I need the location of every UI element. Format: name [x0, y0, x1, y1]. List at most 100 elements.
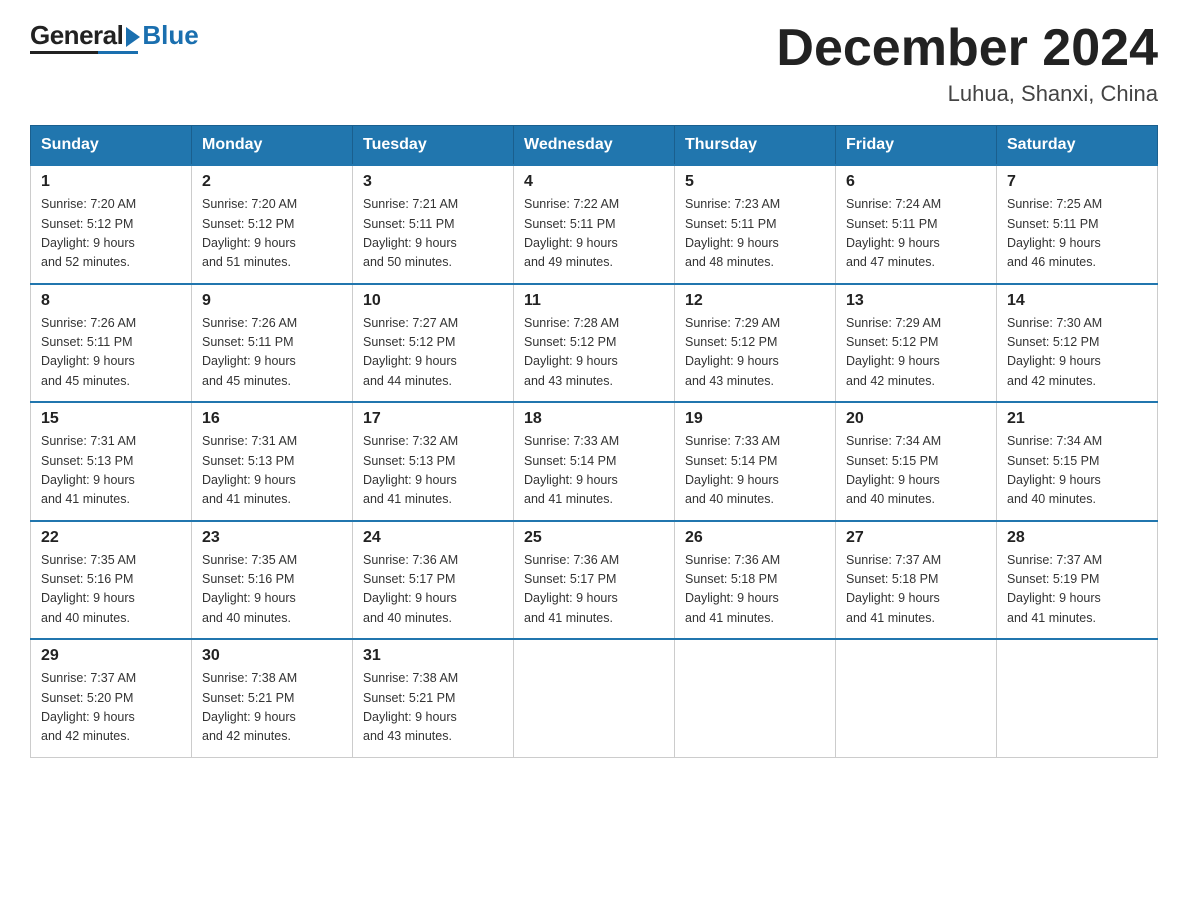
day-number: 15	[41, 410, 181, 428]
day-number: 8	[41, 292, 181, 310]
col-header-monday: Monday	[192, 126, 353, 166]
day-number: 10	[363, 292, 503, 310]
calendar-day-cell: 24 Sunrise: 7:36 AM Sunset: 5:17 PM Dayl…	[353, 521, 514, 640]
day-number: 25	[524, 529, 664, 547]
day-info: Sunrise: 7:21 AM Sunset: 5:11 PM Dayligh…	[363, 195, 503, 273]
calendar-day-cell: 6 Sunrise: 7:24 AM Sunset: 5:11 PM Dayli…	[836, 165, 997, 284]
day-number: 26	[685, 529, 825, 547]
calendar-day-cell: 31 Sunrise: 7:38 AM Sunset: 5:21 PM Dayl…	[353, 639, 514, 757]
day-number: 30	[202, 647, 342, 665]
day-info: Sunrise: 7:38 AM Sunset: 5:21 PM Dayligh…	[363, 669, 503, 747]
calendar-day-cell: 27 Sunrise: 7:37 AM Sunset: 5:18 PM Dayl…	[836, 521, 997, 640]
title-block: December 2024 Luhua, Shanxi, China	[776, 20, 1158, 107]
calendar-day-cell: 14 Sunrise: 7:30 AM Sunset: 5:12 PM Dayl…	[997, 284, 1158, 403]
day-info: Sunrise: 7:26 AM Sunset: 5:11 PM Dayligh…	[41, 314, 181, 392]
calendar-day-cell: 4 Sunrise: 7:22 AM Sunset: 5:11 PM Dayli…	[514, 165, 675, 284]
calendar-day-cell: 26 Sunrise: 7:36 AM Sunset: 5:18 PM Dayl…	[675, 521, 836, 640]
logo: General Blue	[30, 20, 199, 54]
day-number: 29	[41, 647, 181, 665]
calendar-day-cell: 17 Sunrise: 7:32 AM Sunset: 5:13 PM Dayl…	[353, 402, 514, 521]
calendar-day-cell: 12 Sunrise: 7:29 AM Sunset: 5:12 PM Dayl…	[675, 284, 836, 403]
day-number: 31	[363, 647, 503, 665]
day-info: Sunrise: 7:38 AM Sunset: 5:21 PM Dayligh…	[202, 669, 342, 747]
day-number: 28	[1007, 529, 1147, 547]
day-number: 14	[1007, 292, 1147, 310]
calendar-day-cell: 29 Sunrise: 7:37 AM Sunset: 5:20 PM Dayl…	[31, 639, 192, 757]
day-info: Sunrise: 7:37 AM Sunset: 5:18 PM Dayligh…	[846, 551, 986, 629]
day-info: Sunrise: 7:30 AM Sunset: 5:12 PM Dayligh…	[1007, 314, 1147, 392]
calendar-day-cell: 15 Sunrise: 7:31 AM Sunset: 5:13 PM Dayl…	[31, 402, 192, 521]
day-number: 7	[1007, 173, 1147, 191]
empty-cell	[997, 639, 1158, 757]
day-info: Sunrise: 7:20 AM Sunset: 5:12 PM Dayligh…	[41, 195, 181, 273]
calendar-week-row: 15 Sunrise: 7:31 AM Sunset: 5:13 PM Dayl…	[31, 402, 1158, 521]
logo-underline-blue	[98, 51, 138, 54]
day-number: 27	[846, 529, 986, 547]
col-header-sunday: Sunday	[31, 126, 192, 166]
day-number: 21	[1007, 410, 1147, 428]
day-info: Sunrise: 7:23 AM Sunset: 5:11 PM Dayligh…	[685, 195, 825, 273]
logo-arrow-icon	[126, 27, 140, 47]
day-info: Sunrise: 7:33 AM Sunset: 5:14 PM Dayligh…	[524, 432, 664, 510]
empty-cell	[514, 639, 675, 757]
day-number: 3	[363, 173, 503, 191]
day-number: 6	[846, 173, 986, 191]
day-info: Sunrise: 7:29 AM Sunset: 5:12 PM Dayligh…	[685, 314, 825, 392]
calendar-week-row: 29 Sunrise: 7:37 AM Sunset: 5:20 PM Dayl…	[31, 639, 1158, 757]
day-info: Sunrise: 7:31 AM Sunset: 5:13 PM Dayligh…	[41, 432, 181, 510]
calendar-day-cell: 8 Sunrise: 7:26 AM Sunset: 5:11 PM Dayli…	[31, 284, 192, 403]
day-number: 16	[202, 410, 342, 428]
page-header: General Blue December 2024 Luhua, Shanxi…	[30, 20, 1158, 107]
day-info: Sunrise: 7:35 AM Sunset: 5:16 PM Dayligh…	[202, 551, 342, 629]
calendar-day-cell: 11 Sunrise: 7:28 AM Sunset: 5:12 PM Dayl…	[514, 284, 675, 403]
calendar-day-cell: 13 Sunrise: 7:29 AM Sunset: 5:12 PM Dayl…	[836, 284, 997, 403]
day-number: 17	[363, 410, 503, 428]
calendar-day-cell: 10 Sunrise: 7:27 AM Sunset: 5:12 PM Dayl…	[353, 284, 514, 403]
day-info: Sunrise: 7:25 AM Sunset: 5:11 PM Dayligh…	[1007, 195, 1147, 273]
calendar-day-cell: 22 Sunrise: 7:35 AM Sunset: 5:16 PM Dayl…	[31, 521, 192, 640]
day-info: Sunrise: 7:26 AM Sunset: 5:11 PM Dayligh…	[202, 314, 342, 392]
col-header-tuesday: Tuesday	[353, 126, 514, 166]
day-info: Sunrise: 7:34 AM Sunset: 5:15 PM Dayligh…	[846, 432, 986, 510]
day-number: 23	[202, 529, 342, 547]
location-text: Luhua, Shanxi, China	[776, 81, 1158, 107]
day-number: 2	[202, 173, 342, 191]
logo-underline-general	[30, 51, 98, 54]
day-info: Sunrise: 7:29 AM Sunset: 5:12 PM Dayligh…	[846, 314, 986, 392]
day-info: Sunrise: 7:34 AM Sunset: 5:15 PM Dayligh…	[1007, 432, 1147, 510]
day-info: Sunrise: 7:20 AM Sunset: 5:12 PM Dayligh…	[202, 195, 342, 273]
day-info: Sunrise: 7:36 AM Sunset: 5:18 PM Dayligh…	[685, 551, 825, 629]
calendar-day-cell: 16 Sunrise: 7:31 AM Sunset: 5:13 PM Dayl…	[192, 402, 353, 521]
day-number: 12	[685, 292, 825, 310]
day-info: Sunrise: 7:36 AM Sunset: 5:17 PM Dayligh…	[524, 551, 664, 629]
calendar-day-cell: 18 Sunrise: 7:33 AM Sunset: 5:14 PM Dayl…	[514, 402, 675, 521]
day-info: Sunrise: 7:24 AM Sunset: 5:11 PM Dayligh…	[846, 195, 986, 273]
calendar-day-cell: 20 Sunrise: 7:34 AM Sunset: 5:15 PM Dayl…	[836, 402, 997, 521]
calendar-day-cell: 2 Sunrise: 7:20 AM Sunset: 5:12 PM Dayli…	[192, 165, 353, 284]
col-header-thursday: Thursday	[675, 126, 836, 166]
day-info: Sunrise: 7:37 AM Sunset: 5:19 PM Dayligh…	[1007, 551, 1147, 629]
day-number: 11	[524, 292, 664, 310]
day-info: Sunrise: 7:22 AM Sunset: 5:11 PM Dayligh…	[524, 195, 664, 273]
day-info: Sunrise: 7:33 AM Sunset: 5:14 PM Dayligh…	[685, 432, 825, 510]
calendar-day-cell: 3 Sunrise: 7:21 AM Sunset: 5:11 PM Dayli…	[353, 165, 514, 284]
day-info: Sunrise: 7:28 AM Sunset: 5:12 PM Dayligh…	[524, 314, 664, 392]
calendar-day-cell: 1 Sunrise: 7:20 AM Sunset: 5:12 PM Dayli…	[31, 165, 192, 284]
logo-general-text: General	[30, 20, 123, 51]
month-title: December 2024	[776, 20, 1158, 77]
calendar-day-cell: 7 Sunrise: 7:25 AM Sunset: 5:11 PM Dayli…	[997, 165, 1158, 284]
calendar-header-row: SundayMondayTuesdayWednesdayThursdayFrid…	[31, 126, 1158, 166]
col-header-friday: Friday	[836, 126, 997, 166]
day-info: Sunrise: 7:36 AM Sunset: 5:17 PM Dayligh…	[363, 551, 503, 629]
calendar-day-cell: 21 Sunrise: 7:34 AM Sunset: 5:15 PM Dayl…	[997, 402, 1158, 521]
day-number: 20	[846, 410, 986, 428]
day-number: 1	[41, 173, 181, 191]
col-header-wednesday: Wednesday	[514, 126, 675, 166]
day-number: 22	[41, 529, 181, 547]
calendar-week-row: 22 Sunrise: 7:35 AM Sunset: 5:16 PM Dayl…	[31, 521, 1158, 640]
day-number: 9	[202, 292, 342, 310]
calendar-day-cell: 9 Sunrise: 7:26 AM Sunset: 5:11 PM Dayli…	[192, 284, 353, 403]
calendar-table: SundayMondayTuesdayWednesdayThursdayFrid…	[30, 125, 1158, 758]
empty-cell	[675, 639, 836, 757]
calendar-week-row: 8 Sunrise: 7:26 AM Sunset: 5:11 PM Dayli…	[31, 284, 1158, 403]
